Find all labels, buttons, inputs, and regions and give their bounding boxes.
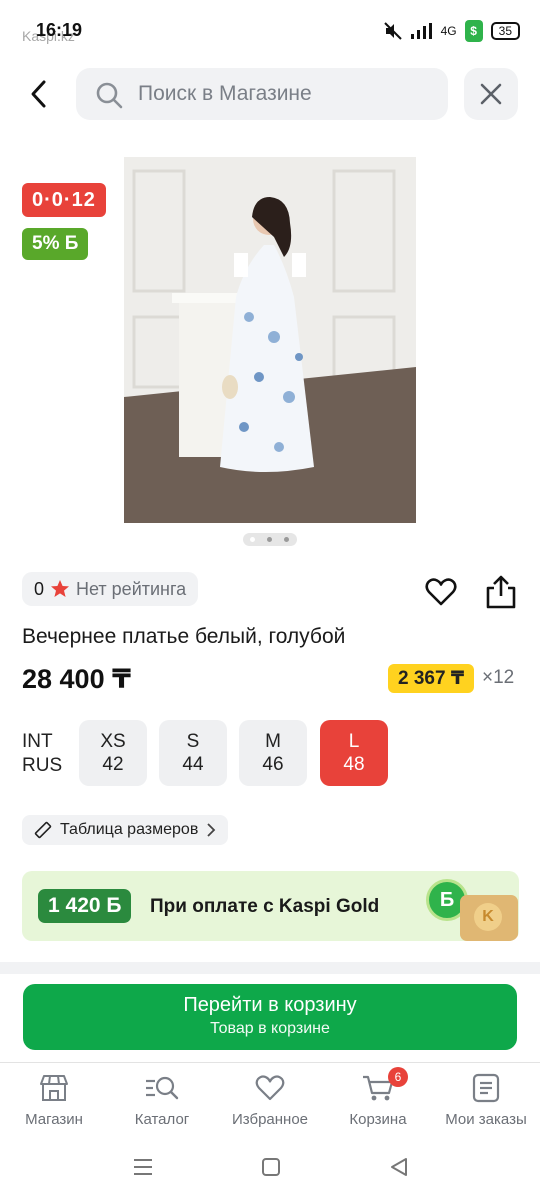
product-photo: [124, 157, 416, 523]
tab-label: Каталог: [134, 1111, 190, 1128]
gold-banner-text: При оплате с Kaspi Gold: [150, 896, 380, 917]
signal-icon: [410, 23, 432, 39]
search-placeholder: Поиск в Магазине: [138, 82, 312, 105]
close-button[interactable]: [464, 68, 518, 120]
tab-label: Корзина: [349, 1111, 407, 1128]
share-icon: [486, 575, 516, 609]
card-logo-icon: K: [474, 903, 502, 931]
network-type: 4G: [440, 24, 457, 38]
size-table-label: Таблица размеров: [60, 821, 199, 838]
size-rus: 46: [262, 754, 284, 775]
chevron-left-icon: [31, 80, 46, 108]
kaspi-gold-banner[interactable]: 1 420 Б При оплате с Kaspi Gold Б K: [22, 871, 519, 941]
tab-catalog[interactable]: Каталог: [108, 1073, 216, 1128]
rating-count: 0: [34, 578, 45, 599]
tab-orders[interactable]: Мои заказы: [432, 1073, 540, 1128]
rating-text: Нет рейтинга: [76, 578, 187, 599]
installment-months: ×12: [482, 667, 515, 688]
system-back-icon[interactable]: [388, 1156, 410, 1178]
back-button[interactable]: [22, 76, 58, 112]
size-option-l-selected[interactable]: L 48: [320, 720, 388, 786]
security-shield-icon: $: [464, 20, 483, 42]
pagination-dot: [284, 537, 289, 542]
chevron-right-icon: [207, 823, 216, 837]
gold-card-icon: K: [460, 895, 518, 941]
size-int: XS: [100, 731, 126, 752]
product-image[interactable]: [124, 157, 416, 523]
pagination-dot: [267, 537, 272, 542]
size-rus: 42: [102, 754, 124, 775]
size-option-xs[interactable]: XS 42: [79, 720, 147, 786]
status-bar: Kaspi.kz 16:19 4G $ 35: [0, 0, 540, 60]
heart-icon: [255, 1075, 285, 1101]
star-icon: [51, 580, 70, 597]
system-navigation-bar: [0, 1140, 540, 1200]
tab-label: Магазин: [25, 1111, 83, 1128]
search-input[interactable]: Поиск в Магазине: [76, 68, 448, 120]
mute-icon: [383, 22, 402, 40]
cart-button-title: Перейти в корзину: [183, 994, 357, 1016]
share-button[interactable]: [484, 574, 518, 610]
shop-icon: [40, 1075, 68, 1101]
tab-favorites[interactable]: Избранное: [216, 1073, 324, 1128]
discount-timer-badge: 0·0·12: [22, 183, 106, 217]
status-icons: 4G $ 35: [383, 20, 520, 42]
cart-count-badge: 6: [388, 1067, 408, 1087]
rating-chip[interactable]: 0 Нет рейтинга: [22, 572, 199, 606]
catalog-search-icon: [146, 1076, 179, 1100]
monthly-payment-badge[interactable]: 2 367 ₸: [388, 664, 475, 693]
cart-button-subtitle: Товар в корзине: [210, 1020, 330, 1037]
size-rus: 44: [182, 754, 204, 775]
search-header: Поиск в Магазине: [0, 68, 540, 120]
section-divider: [0, 962, 540, 974]
bonus-badge: 5% Б: [22, 228, 89, 260]
size-option-m[interactable]: M 46: [239, 720, 307, 786]
size-int: M: [265, 731, 281, 752]
product-title: Вечернее платье белый, голубой: [22, 625, 346, 648]
size-label-int: INT: [22, 731, 53, 752]
close-icon: [480, 83, 502, 105]
go-to-cart-button[interactable]: Перейти в корзину Товар в корзине: [23, 984, 517, 1050]
battery-level: 35: [490, 22, 520, 40]
image-pagination: [243, 533, 297, 546]
size-system-labels: INT RUS: [22, 730, 62, 778]
gold-bonus-amount: 1 420 Б: [38, 889, 132, 923]
home-icon[interactable]: [260, 1156, 282, 1178]
pagination-dot: [250, 537, 255, 542]
heart-outline-icon: [425, 578, 457, 606]
orders-icon: [472, 1073, 500, 1103]
size-option-s[interactable]: S 44: [159, 720, 227, 786]
bottom-tab-bar: Магазин Каталог Избранное 6 Корзина Мои …: [0, 1062, 540, 1140]
menu-icon[interactable]: [131, 1156, 155, 1178]
size-int: S: [186, 731, 200, 752]
size-int: L: [348, 731, 360, 752]
favorite-button[interactable]: [424, 575, 458, 609]
tab-shop[interactable]: Магазин: [0, 1073, 108, 1128]
status-time: 16:19: [36, 20, 83, 40]
tab-label: Мои заказы: [445, 1111, 527, 1128]
size-label-rus: RUS: [22, 755, 63, 776]
tab-label: Избранное: [231, 1111, 309, 1128]
tab-cart[interactable]: 6 Корзина: [324, 1067, 432, 1128]
size-table-link[interactable]: Таблица размеров: [22, 815, 229, 845]
product-price: 28 400 ₸: [22, 664, 131, 694]
size-rus: 48: [343, 754, 365, 775]
search-icon: [96, 82, 123, 109]
ruler-icon: [34, 821, 52, 839]
